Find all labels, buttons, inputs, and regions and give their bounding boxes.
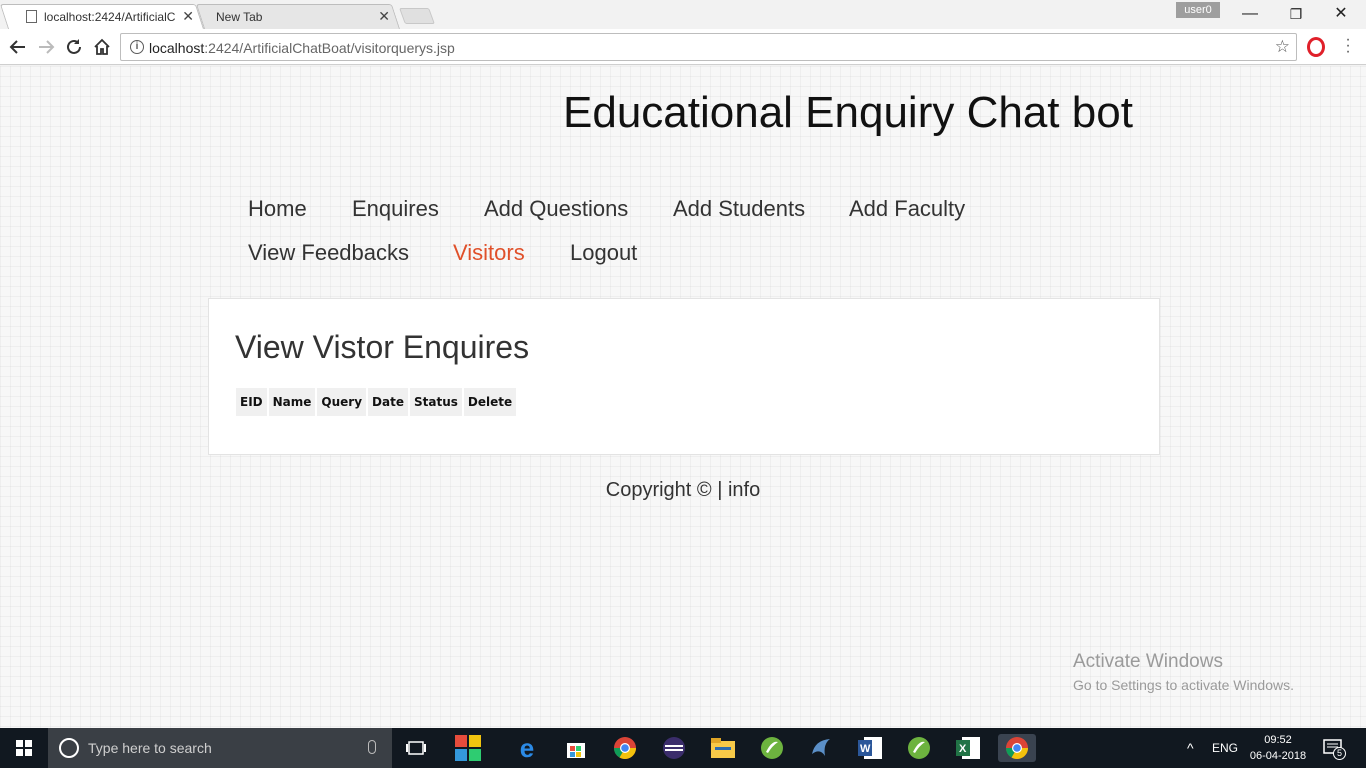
store-bag-icon[interactable] (562, 734, 590, 762)
column-header-status: Status (409, 388, 462, 416)
opera-extension-icon[interactable] (1307, 37, 1325, 57)
spring-tool-icon-2[interactable] (905, 734, 933, 762)
nav-enquires[interactable]: Enquires (352, 196, 439, 222)
nav-home[interactable]: Home (248, 196, 307, 222)
browser-menu-icon[interactable]: · · · (1343, 32, 1353, 60)
word-icon[interactable]: W (856, 734, 884, 762)
tab-title: localhost:2424/ArtificialC (44, 9, 176, 24)
tab-localhost[interactable]: localhost:2424/ArtificialC ✕ (0, 4, 204, 29)
task-view-icon[interactable] (402, 734, 430, 762)
arrow-left-icon (9, 40, 25, 54)
clock[interactable]: 09:52 06-04-2018 (1246, 732, 1310, 764)
language-indicator[interactable]: ENG (1212, 741, 1238, 768)
restore-button[interactable]: ❐ (1273, 0, 1319, 28)
nav-logout[interactable]: Logout (570, 240, 637, 266)
close-icon[interactable]: ✕ (378, 8, 390, 25)
eclipse-icon[interactable] (660, 734, 688, 762)
content-panel: View Vistor Enquires EID Name Query Date… (208, 298, 1160, 455)
chrome-icon[interactable] (611, 734, 639, 762)
activate-windows-watermark: Activate Windows Go to Settings to activ… (1073, 651, 1294, 693)
url-text[interactable]: localhost:2424/ArtificialChatBoat/visito… (149, 40, 455, 56)
close-icon[interactable]: ✕ (182, 8, 194, 25)
browser-tabstrip: localhost:2424/ArtificialC ✕ New Tab ✕ u… (0, 0, 1366, 29)
windows-taskbar: Type here to search e W X ^ ENG 09:52 06… (0, 728, 1366, 768)
chrome-active-icon[interactable] (998, 734, 1036, 762)
nav-add-faculty[interactable]: Add Faculty (849, 196, 965, 222)
minimize-button[interactable]: — (1227, 0, 1273, 28)
column-header-eid: EID (236, 388, 267, 416)
browser-toolbar: i localhost:2424/ArtificialChatBoat/visi… (0, 29, 1366, 65)
windows-logo-icon (16, 740, 32, 756)
file-explorer-icon[interactable] (709, 734, 737, 762)
tab-new-tab[interactable]: New Tab ✕ (195, 4, 400, 29)
column-header-query: Query (317, 388, 367, 416)
column-header-delete: Delete (463, 388, 517, 416)
nav-add-students[interactable]: Add Students (673, 196, 805, 222)
forward-button[interactable] (35, 36, 57, 58)
notification-center-icon[interactable]: 5 (1323, 738, 1346, 768)
column-header-date: Date (368, 388, 408, 416)
watermark-subtitle: Go to Settings to activate Windows. (1073, 677, 1294, 693)
search-placeholder: Type here to search (88, 740, 212, 756)
watermark-title: Activate Windows (1073, 651, 1223, 672)
info-link[interactable]: info (728, 479, 760, 501)
page-icon (26, 10, 37, 23)
site-title: Educational Enquiry Chat bot (563, 88, 1133, 137)
panel-heading: View Vistor Enquires (235, 329, 530, 365)
enquiries-table-header: EID Name Query Date Status Delete (236, 388, 518, 416)
home-icon (94, 38, 110, 55)
clock-date: 06-04-2018 (1249, 750, 1307, 762)
copyright-text: Copyright © | (605, 479, 728, 501)
nav-add-questions[interactable]: Add Questions (484, 196, 628, 222)
nav-visitors[interactable]: Visitors (453, 240, 525, 266)
spring-tool-icon[interactable] (758, 734, 786, 762)
bookmark-star-icon[interactable]: ☆ (1275, 37, 1290, 57)
nav-view-feedbacks[interactable]: View Feedbacks (248, 240, 409, 266)
new-tab-button[interactable] (399, 8, 435, 24)
store-tiles-icon[interactable] (454, 734, 482, 762)
back-button[interactable] (7, 36, 29, 58)
reload-button[interactable] (63, 36, 85, 58)
taskbar-search[interactable]: Type here to search (48, 728, 392, 768)
window-close-button[interactable]: ✕ (1318, 0, 1364, 28)
svg-text:W: W (860, 743, 871, 755)
tray-chevron-up-icon[interactable]: ^ (1187, 740, 1194, 768)
profile-badge[interactable]: user0 (1176, 2, 1220, 18)
page-content: Educational Enquiry Chat bot Home Enquir… (0, 66, 1366, 728)
edge-browser-icon[interactable]: e (513, 733, 541, 763)
excel-icon[interactable]: X (954, 734, 982, 762)
address-bar[interactable]: i localhost:2424/ArtificialChatBoat/visi… (120, 33, 1297, 61)
column-header-name: Name (268, 388, 316, 416)
reload-icon (67, 39, 81, 54)
cortana-icon (59, 738, 79, 758)
home-button[interactable] (91, 36, 113, 58)
footer: Copyright © | info (0, 479, 1366, 502)
clock-time: 09:52 (1264, 734, 1292, 746)
svg-text:X: X (959, 743, 967, 755)
notification-count: 5 (1333, 747, 1346, 760)
tab-title: New Tab (216, 9, 263, 24)
arrow-right-icon (39, 40, 55, 54)
start-button[interactable] (0, 728, 48, 768)
info-icon[interactable]: i (130, 40, 144, 54)
mysql-dolphin-icon[interactable] (807, 734, 835, 762)
microphone-icon[interactable] (368, 740, 376, 754)
